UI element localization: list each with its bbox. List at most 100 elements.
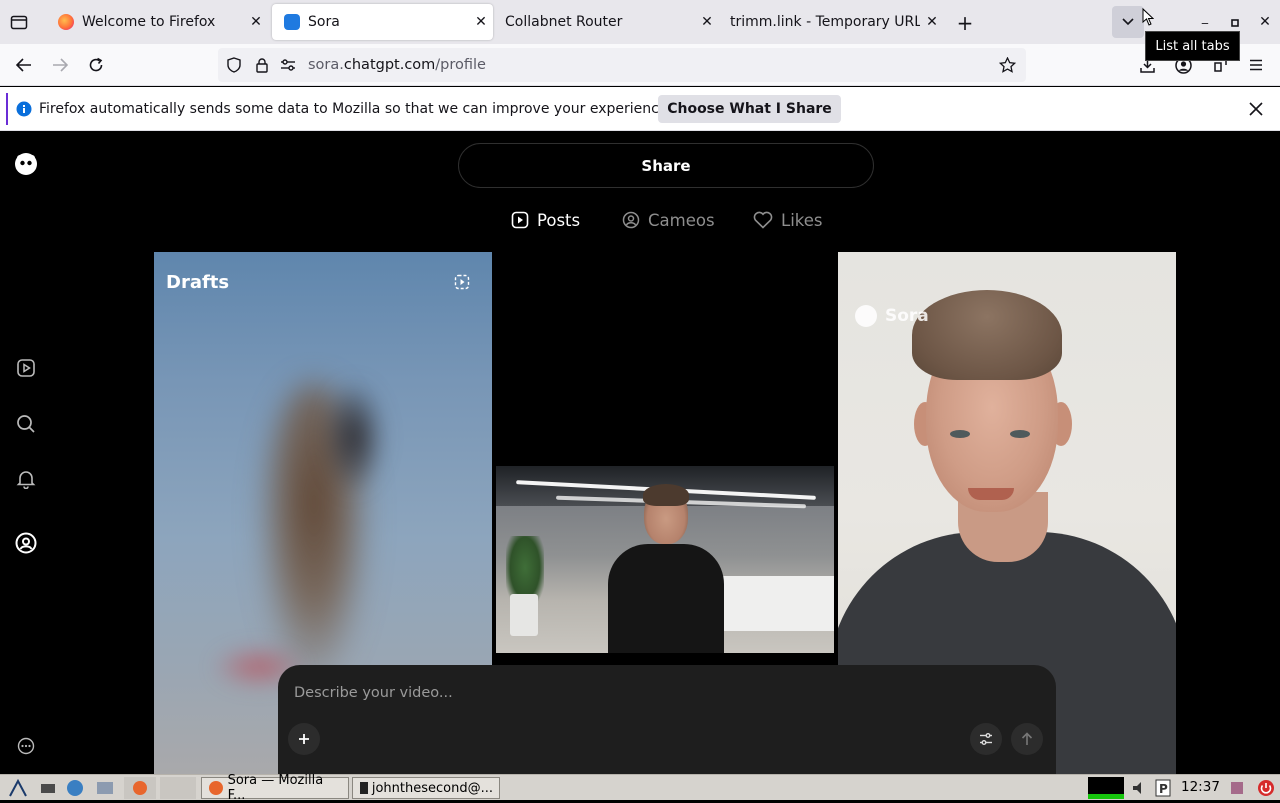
start-menu-icon[interactable] — [6, 777, 30, 799]
file-manager-icon[interactable] — [94, 777, 116, 799]
data-collection-notification: Firefox automatically sends some data to… — [0, 87, 1280, 131]
cpu-monitor-graph — [1088, 777, 1124, 799]
settings-sliders-button[interactable] — [970, 723, 1002, 755]
sora-profile-page: Share Posts Cameos Likes Drafts Sora Des… — [0, 132, 1280, 774]
task-label: johnthesecond@... — [371, 780, 493, 796]
taskbar-firefox-window[interactable]: Sora — Mozilla F... — [201, 773, 349, 803]
mouse-cursor-icon — [1142, 7, 1155, 30]
portrait-eye — [1010, 430, 1030, 438]
reload-icon[interactable] — [84, 53, 108, 77]
drafts-preview-icon[interactable] — [452, 272, 472, 292]
tab-label: Cameos — [648, 210, 715, 230]
sora-logo-icon[interactable] — [14, 152, 38, 176]
thumbnail-desk — [706, 576, 834, 631]
bookmark-star-icon[interactable] — [998, 56, 1016, 74]
tab-posts[interactable]: Posts — [511, 208, 580, 232]
close-window-icon[interactable]: ✕ — [1256, 13, 1274, 31]
person-circle-icon — [622, 211, 640, 229]
back-icon[interactable] — [12, 53, 36, 77]
tab-welcome[interactable]: Welcome to Firefox ✕ — [46, 4, 268, 40]
play-square-icon — [511, 211, 529, 229]
choose-what-i-share-button[interactable]: Choose What I Share — [658, 95, 841, 123]
firefox-task-icon — [209, 781, 223, 795]
blurred-rider-image — [324, 382, 384, 492]
firefox-view-icon[interactable] — [8, 12, 30, 32]
terminal-task-icon — [360, 782, 368, 794]
network-globe-icon[interactable] — [64, 777, 86, 799]
drafts-title: Drafts — [166, 272, 230, 293]
url-bar[interactable]: sora.chatgpt.com/profile — [218, 48, 1026, 82]
prompt-composer — [278, 665, 1056, 774]
minimize-icon[interactable]: ‒ — [1196, 14, 1214, 32]
tab-title: Collabnet Router — [505, 14, 623, 30]
url-path: /profile — [435, 57, 486, 73]
forward-icon[interactable] — [48, 53, 72, 77]
tab-collabnet-router[interactable]: Collabnet Router ✕ — [497, 4, 719, 40]
show-desktop-icon[interactable] — [38, 777, 58, 799]
arrow-up-icon — [1021, 732, 1033, 745]
submit-button[interactable] — [1011, 723, 1043, 755]
portrait-eye — [950, 430, 970, 438]
sliders-icon — [980, 733, 992, 745]
navigation-toolbar: sora.chatgpt.com/profile — [0, 44, 1280, 86]
tab-sora[interactable]: Sora ✕ — [272, 4, 493, 40]
url-text[interactable]: sora.chatgpt.com/profile — [308, 57, 486, 73]
search-icon[interactable] — [14, 412, 38, 436]
portrait-hair — [912, 290, 1062, 380]
tracking-protection-shield-icon[interactable] — [226, 57, 242, 73]
share-profile-button[interactable]: Share — [458, 143, 874, 188]
add-attachment-button[interactable] — [288, 723, 320, 755]
list-all-tabs-icon[interactable] — [1112, 6, 1144, 38]
info-icon — [16, 101, 32, 117]
tab-trimm-link[interactable]: trimm.link - Temporary URL ✕ — [722, 4, 944, 40]
site-permissions-icon[interactable] — [280, 57, 296, 73]
url-domain: chatgpt.com — [343, 57, 436, 73]
tab-close-icon[interactable]: ✕ — [469, 14, 493, 30]
notification-close-icon[interactable] — [1246, 99, 1266, 119]
sora-favicon-icon — [284, 14, 300, 30]
task-label: Sora — Mozilla F... — [227, 773, 324, 803]
svg-text:P: P — [1159, 782, 1168, 796]
describe-video-input[interactable] — [294, 685, 894, 701]
profile-icon[interactable] — [14, 531, 38, 555]
firefox-favicon-icon — [58, 14, 74, 30]
tab-close-icon[interactable]: ✕ — [695, 14, 719, 30]
session-icon[interactable] — [1228, 777, 1246, 799]
thumbnail-person-body — [608, 544, 724, 653]
plus-icon — [299, 734, 309, 744]
taskbar-clock[interactable]: 12:37 — [1181, 779, 1220, 795]
tab-close-icon[interactable]: ✕ — [244, 14, 268, 30]
sora-watermark-logo-icon — [855, 305, 877, 327]
firefox-launcher-icon[interactable] — [124, 777, 156, 799]
sora-watermark-text: Sora — [885, 306, 929, 326]
more-options-icon[interactable] — [14, 734, 38, 758]
portrait-mouth — [968, 488, 1014, 500]
url-subdomain: sora. — [308, 57, 344, 73]
tab-strip: Welcome to Firefox ✕ Sora ✕ Collabnet Ro… — [0, 0, 1280, 44]
thumbnail-pot — [510, 594, 538, 636]
blank-launcher[interactable] — [160, 777, 196, 799]
parking-tray-icon[interactable]: P — [1154, 777, 1172, 799]
lock-icon[interactable] — [254, 57, 270, 73]
sora-watermark: Sora — [855, 305, 929, 327]
os-taskbar: Sora — Mozilla F... johnthesecond@... P … — [0, 773, 1280, 803]
notification-message: Firefox automatically sends some data to… — [39, 101, 672, 117]
home-feed-icon[interactable] — [14, 356, 38, 380]
tab-title: Sora — [308, 14, 340, 30]
office-video-thumbnail[interactable] — [496, 466, 834, 653]
tab-likes[interactable]: Likes — [753, 208, 823, 232]
power-icon[interactable] — [1256, 777, 1276, 799]
notifications-bell-icon[interactable] — [14, 467, 38, 491]
tab-close-icon[interactable]: ✕ — [920, 14, 944, 30]
volume-icon[interactable] — [1130, 777, 1150, 799]
new-tab-icon[interactable]: + — [954, 11, 976, 35]
tab-title: trimm.link - Temporary URL — [730, 14, 920, 30]
tab-label: Likes — [781, 210, 823, 230]
notification-accent-bar — [6, 93, 8, 125]
thumbnail-person-hair — [643, 484, 689, 506]
menu-hamburger-icon[interactable] — [1247, 56, 1265, 74]
maximize-icon[interactable] — [1226, 14, 1244, 32]
tab-cameos[interactable]: Cameos — [622, 208, 715, 232]
tab-label: Posts — [537, 210, 581, 230]
taskbar-terminal-window[interactable]: johnthesecond@... — [352, 777, 500, 799]
